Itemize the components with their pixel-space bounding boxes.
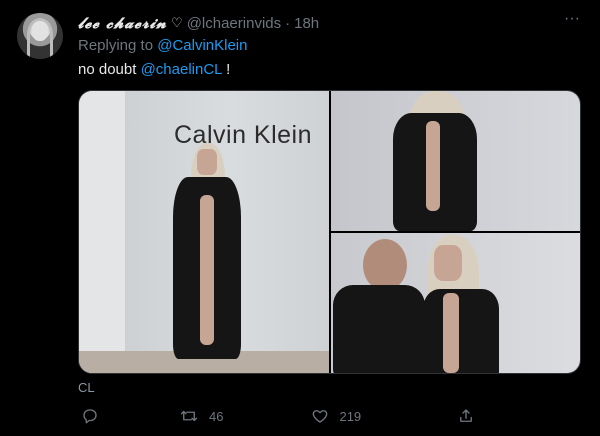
photo-figure-face (434, 245, 462, 281)
tweet-header: 𝓵𝓮𝓮 𝓬𝓱𝓪𝓮𝓻𝓲𝓷 ♡ @lchaerinvids · 18h (78, 14, 560, 32)
photo-figure-dress (443, 293, 459, 373)
separator-dot: · (285, 14, 291, 32)
retweet-count: 46 (209, 408, 224, 424)
like-icon (311, 407, 329, 425)
photo-2[interactable] (331, 91, 580, 231)
share-icon (457, 407, 475, 425)
reply-icon (81, 407, 99, 425)
avatar[interactable] (17, 13, 63, 59)
photo-1[interactable]: Calvin Klein (79, 91, 329, 373)
like-count: 219 (339, 408, 362, 424)
tweet-text-prefix: no doubt (78, 61, 137, 78)
user-handle[interactable]: @lchaerinvids (187, 15, 281, 32)
replying-prefix: Replying to (78, 37, 154, 54)
share-button[interactable] (457, 407, 475, 425)
avatar-face (32, 21, 48, 41)
timestamp[interactable]: 18h (294, 15, 319, 32)
photo-figure-dress (200, 195, 214, 345)
photo-man-jacket (333, 285, 425, 373)
more-dots-icon[interactable]: ··· (562, 11, 582, 30)
retweet-button[interactable]: 46 (179, 407, 223, 425)
action-bar: 46 219 (78, 404, 518, 428)
mention-link[interactable]: @chaelinCL (141, 61, 222, 78)
heart-outline-icon: ♡ (171, 15, 183, 30)
tweet-text: no doubt @chaelinCL ! (78, 61, 230, 78)
photo-figure-face (197, 149, 217, 175)
photo-3[interactable] (331, 233, 580, 373)
photo-figure-dress (426, 121, 440, 211)
media-caption[interactable]: CL (78, 380, 95, 395)
like-button[interactable]: 219 (311, 407, 361, 425)
display-name[interactable]: 𝓵𝓮𝓮 𝓬𝓱𝓪𝓮𝓻𝓲𝓷 (78, 14, 167, 32)
reply-button[interactable] (81, 407, 99, 425)
replying-to: Replying to @CalvinKlein (78, 37, 247, 54)
photo-man-head (363, 239, 407, 291)
photo-brand-text: Calvin Klein (174, 121, 313, 149)
media-grid: Calvin Klein (78, 90, 581, 374)
tweet-text-suffix: ! (226, 61, 231, 78)
photo-wall (79, 91, 125, 373)
retweet-icon (179, 407, 199, 425)
photo-figure-coat (423, 289, 499, 373)
replying-to-link[interactable]: @CalvinKlein (157, 37, 247, 54)
